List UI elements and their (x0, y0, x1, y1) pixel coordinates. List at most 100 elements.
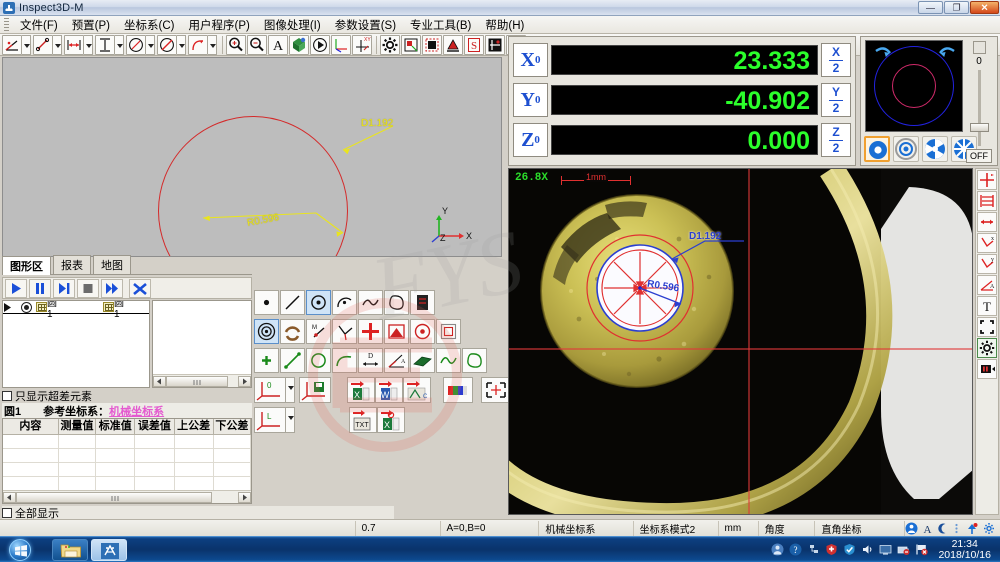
measure-angle-dropdown[interactable] (22, 34, 31, 55)
bar-tool[interactable] (977, 359, 997, 379)
table-row[interactable] (3, 449, 251, 463)
construct-line-tool[interactable] (280, 348, 305, 373)
capture-button[interactable] (401, 34, 421, 55)
y-value-display[interactable]: -40.902 (551, 85, 818, 115)
color-bar-button[interactable] (443, 377, 473, 403)
x-value-display[interactable]: 23.333 (551, 45, 818, 75)
save-coord-button[interactable] (299, 377, 331, 403)
out-of-tolerance-filter[interactable]: 只显示超差元素 (2, 389, 252, 403)
user-icon[interactable] (905, 522, 918, 535)
ring-mode-full[interactable] (864, 136, 890, 162)
settings-button[interactable] (380, 34, 400, 55)
export-excel-button[interactable]: X (347, 377, 375, 403)
plane-tool[interactable] (410, 348, 435, 373)
scroll-right-arrow[interactable] (238, 375, 251, 387)
moon-icon[interactable] (937, 522, 948, 535)
user-icon[interactable] (771, 543, 784, 556)
table-row[interactable] (3, 463, 251, 477)
arc-tool[interactable] (332, 290, 357, 315)
menu-item-protools[interactable]: 专业工具(B) (403, 16, 478, 34)
stop-button[interactable] (77, 278, 99, 298)
show-all-filter[interactable]: 全部显示 (2, 506, 394, 520)
show-all-checkbox[interactable] (2, 507, 12, 518)
ring-mode-outline[interactable] (893, 136, 919, 162)
xy-coordinate-button[interactable]: XY (352, 34, 372, 55)
letter-a-icon[interactable]: A (922, 522, 933, 535)
measure-noncircle-tool[interactable] (157, 34, 177, 55)
cross-tool[interactable] (358, 319, 383, 344)
tab-report[interactable]: 报表 (53, 255, 91, 274)
settings-tool[interactable] (977, 338, 997, 358)
y-axis-label[interactable]: Y0 (513, 83, 548, 117)
grid-tool-button[interactable] (485, 34, 505, 55)
shield-red-icon[interactable] (825, 543, 838, 556)
menu-grip[interactable] (4, 18, 9, 31)
measure-line-dropdown[interactable] (53, 34, 62, 55)
export-word-button[interactable]: W (375, 377, 403, 403)
step-button[interactable] (53, 278, 75, 298)
menu-item-parameters[interactable]: 参数设置(S) (328, 16, 403, 34)
area-tool[interactable] (384, 319, 409, 344)
measure-height-dropdown[interactable] (115, 34, 124, 55)
light-toggle-box[interactable] (972, 41, 986, 54)
element-list[interactable]: 圆1 圆1 1 (2, 300, 150, 388)
tools-button[interactable] (129, 278, 151, 298)
light-ring-preview[interactable] (865, 40, 963, 132)
column-header-standard[interactable]: 标准值 (96, 419, 136, 434)
restore-button[interactable]: ❐ (944, 1, 969, 14)
text-tool[interactable]: T (977, 296, 997, 316)
x-axis-label[interactable]: X0 (513, 43, 548, 77)
angle-tool[interactable]: A (977, 275, 997, 295)
gear-icon[interactable] (983, 522, 995, 535)
measure-angle-tool[interactable] (2, 34, 22, 55)
circle-tool[interactable] (306, 290, 331, 315)
point-tool[interactable] (254, 290, 279, 315)
z-value-display[interactable]: 0.000 (551, 125, 818, 155)
run-button[interactable] (5, 278, 27, 298)
construct-circle-tool[interactable] (306, 348, 331, 373)
menu-item-help[interactable]: 帮助(H) (478, 16, 531, 34)
angle-bisect-tool[interactable] (332, 319, 357, 344)
measure-distance-dropdown[interactable] (84, 34, 93, 55)
help-icon[interactable]: ? (789, 543, 802, 556)
text-annotation-button[interactable]: A (268, 34, 288, 55)
view-3d-button[interactable] (289, 34, 309, 55)
measure-line-tool[interactable] (33, 34, 53, 55)
column-header-content[interactable]: 内容 (3, 419, 59, 434)
y-angle-tool[interactable]: y (977, 254, 997, 274)
table-row[interactable] (3, 477, 251, 491)
construct-point-tool[interactable] (254, 348, 279, 373)
minimize-button[interactable]: — (918, 1, 943, 14)
scroll-left-arrow[interactable] (153, 375, 166, 387)
zoom-in-button[interactable] (226, 34, 246, 55)
play-view-button[interactable] (310, 34, 330, 55)
export-txt-button[interactable]: TXT (349, 407, 377, 433)
fullscreen-tool[interactable] (977, 317, 997, 337)
light-slider-track[interactable] (969, 70, 989, 146)
preview-hscrollbar[interactable] (153, 374, 251, 387)
report-scroll-right[interactable] (238, 491, 251, 503)
measure-arc-dropdown[interactable] (208, 34, 217, 55)
construct-arc-tool[interactable] (332, 348, 357, 373)
taskbar-explorer[interactable] (52, 538, 88, 561)
pause-button[interactable] (29, 278, 51, 298)
coordinate-button[interactable] (331, 34, 351, 55)
green-blob-tool[interactable] (462, 348, 487, 373)
angle-dim-tool[interactable]: A (384, 348, 409, 373)
pin-icon[interactable] (965, 522, 979, 535)
menu-item-file[interactable]: 文件(F) (13, 16, 65, 34)
scroll-thumb[interactable] (166, 375, 228, 387)
dimension-tool[interactable] (977, 191, 997, 211)
menu-item-imageprocessing[interactable]: 图像处理(I) (257, 16, 328, 34)
export-excel2-button[interactable]: X (377, 407, 405, 433)
monitor-icon[interactable] (879, 543, 892, 556)
report-ref-value[interactable]: 机械坐标系 (109, 403, 164, 419)
column-header-lowertol[interactable]: 下公差 (214, 419, 251, 434)
report-scroll-thumb[interactable] (16, 491, 212, 503)
fill-button[interactable] (422, 34, 442, 55)
taskbar-inspect3d[interactable] (91, 538, 127, 561)
menu-item-preset[interactable]: 预置(P) (65, 16, 117, 34)
report-table[interactable]: 内容 测量值 标准值 误差值 上公差 下公差 (2, 418, 252, 504)
fit-view-button[interactable] (481, 377, 511, 403)
light-off-button[interactable]: OFF (966, 149, 992, 163)
